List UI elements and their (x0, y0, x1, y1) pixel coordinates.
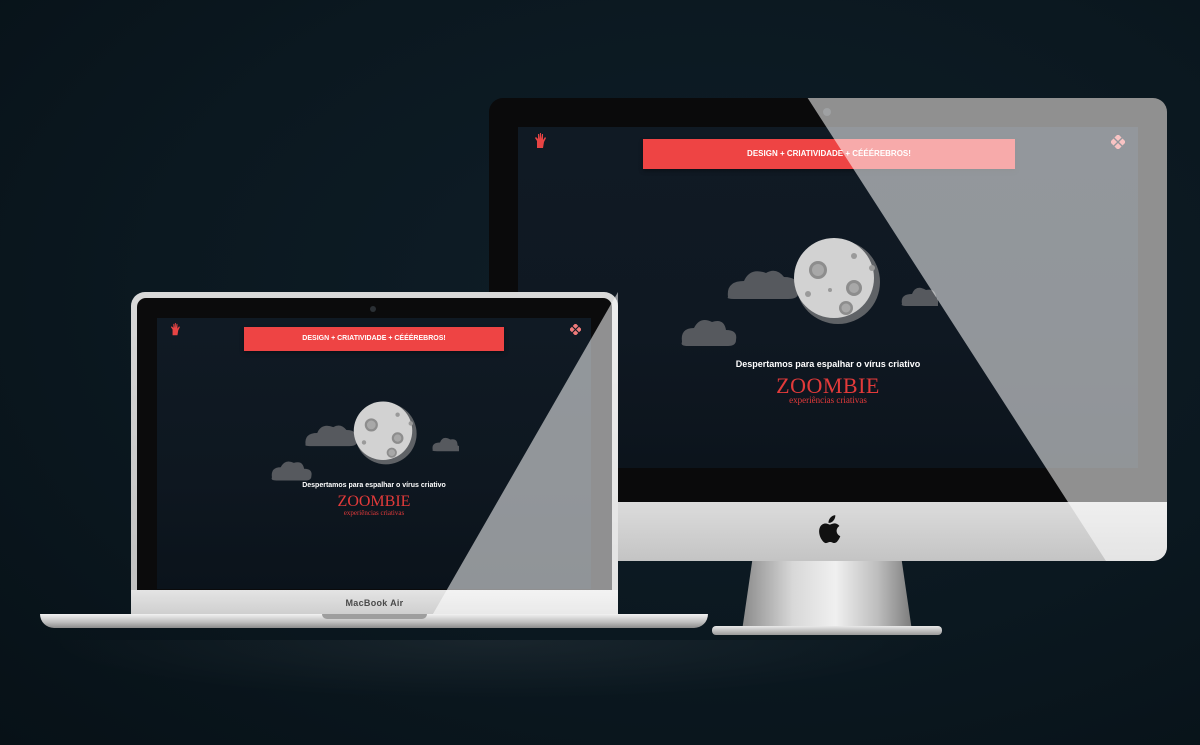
floor-reflection (40, 640, 940, 700)
imac-foot (712, 626, 942, 635)
apple-logo-icon (819, 515, 841, 544)
cloud-icon (681, 320, 737, 346)
headline-banner[interactable]: DESIGN + CRIATIVIDADE + CÉÉÉREBROS! (244, 327, 504, 351)
banner-text: DESIGN + CRIATIVIDADE + CÉÉÉREBROS! (302, 335, 446, 342)
cloud-icon (271, 461, 312, 481)
zombie-hand-icon[interactable] (170, 323, 180, 336)
zombie-hand-icon[interactable] (534, 133, 546, 149)
macbook-camera (370, 306, 376, 312)
cloud-icon (305, 425, 357, 447)
macbook-lid-notch (322, 614, 427, 619)
moon-icon (353, 401, 417, 465)
cloud-icon (727, 270, 799, 299)
moon-scene (271, 401, 459, 481)
diamond-flower-icon[interactable] (570, 324, 581, 335)
moon-icon (794, 238, 880, 324)
moon-scene (681, 238, 938, 346)
imac-stand (742, 561, 912, 631)
cloud-icon (432, 437, 459, 452)
